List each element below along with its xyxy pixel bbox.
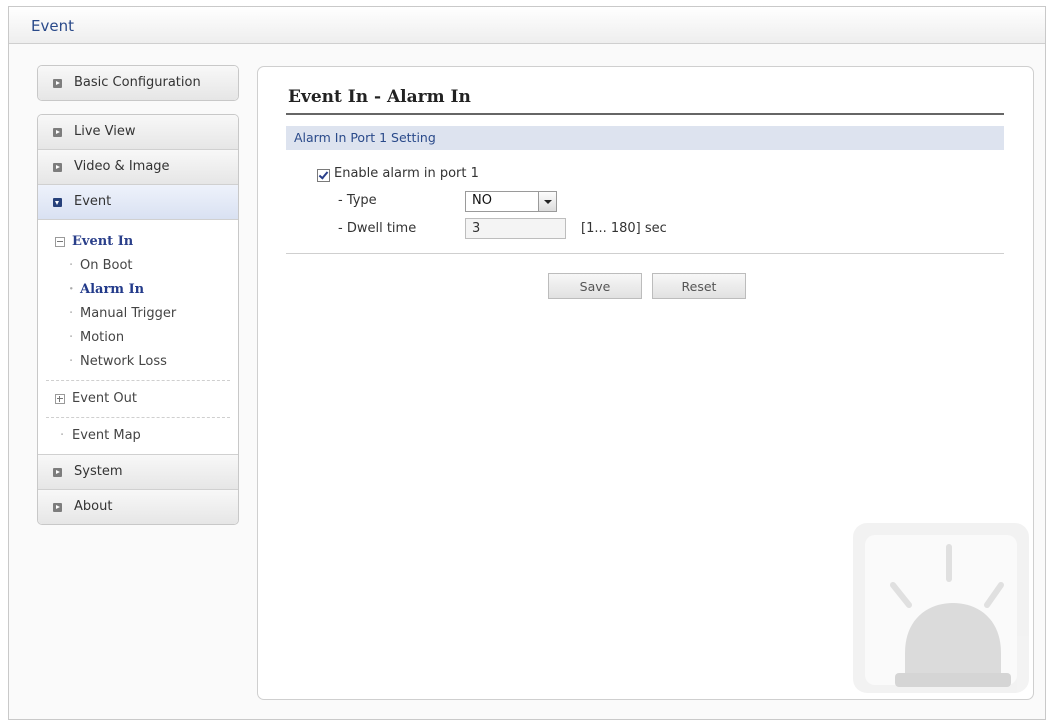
submenu-item-alarm-in[interactable]: · Alarm In — [38, 278, 238, 302]
section-header: Alarm In Port 1 Setting — [286, 126, 1004, 150]
bullet-icon: · — [60, 428, 65, 443]
submenu-item-label: Network Loss — [80, 354, 167, 369]
section-title: Alarm In Port 1 Setting — [294, 130, 436, 145]
collapse-minus-icon — [55, 237, 65, 247]
sidebar-item-label: Basic Configuration — [74, 75, 201, 90]
dwell-time-range: [1... 180] sec — [581, 221, 667, 236]
main-panel: Event In - Alarm In Alarm In Port 1 Sett… — [257, 66, 1034, 700]
sidebar-basic-group: Basic Configuration — [37, 65, 239, 101]
bullet-icon: · — [69, 354, 74, 369]
type-select-value: NO — [472, 193, 492, 208]
collapse-arrow-icon — [53, 198, 62, 207]
bullet-icon: · — [69, 306, 74, 321]
type-label: - Type — [338, 193, 377, 208]
page-header-title: Event — [31, 17, 74, 35]
sidebar-item-basic-configuration[interactable]: Basic Configuration — [38, 66, 238, 100]
expand-arrow-icon — [53, 503, 62, 512]
dwell-time-label: - Dwell time — [338, 221, 417, 236]
expand-arrow-icon — [53, 79, 62, 88]
enable-alarm-checkbox[interactable] — [317, 169, 330, 182]
submenu-event-out-label: Event Out — [72, 391, 137, 406]
browser-frame: Event Basic Configuration Live View Vide… — [8, 6, 1046, 720]
sidebar-item-label: Live View — [74, 124, 136, 139]
sidebar-item-about[interactable]: About — [38, 490, 238, 524]
bullet-icon: · — [69, 258, 74, 273]
alarm-light-watermark-icon — [853, 523, 1029, 693]
bullet-icon: · — [69, 330, 74, 345]
page-title: Event In - Alarm In — [288, 87, 471, 107]
page-header: Event — [9, 7, 1045, 44]
sidebar-nav-group: Live View Video & Image Event Event In ·… — [37, 114, 239, 525]
submenu-item-label: Manual Trigger — [80, 306, 177, 321]
divider — [46, 417, 230, 418]
divider — [46, 380, 230, 381]
sidebar-item-label: Video & Image — [74, 159, 170, 174]
sidebar-item-label: System — [74, 464, 123, 479]
submenu-item-label: Alarm In — [80, 282, 145, 297]
submenu-item-network-loss[interactable]: · Network Loss — [38, 350, 238, 374]
submenu-event-map[interactable]: · Event Map — [38, 424, 238, 448]
submenu-event-in-label: Event In — [72, 234, 134, 249]
form-divider — [286, 253, 1004, 254]
enable-alarm-label: Enable alarm in port 1 — [334, 166, 479, 181]
bullet-icon: · — [69, 282, 74, 297]
submenu-item-on-boot[interactable]: · On Boot — [38, 254, 238, 278]
submenu-item-motion[interactable]: · Motion — [38, 326, 238, 350]
sidebar-item-label: Event — [74, 194, 112, 209]
chevron-down-icon[interactable] — [538, 192, 556, 211]
submenu-event-out[interactable]: Event Out — [38, 387, 238, 411]
submenu-item-manual-trigger[interactable]: · Manual Trigger — [38, 302, 238, 326]
sidebar-item-live-view[interactable]: Live View — [38, 115, 238, 150]
expand-arrow-icon — [53, 128, 62, 137]
sidebar-item-label: About — [74, 499, 113, 514]
submenu-event-in[interactable]: Event In — [38, 230, 238, 254]
submenu-event-map-label: Event Map — [72, 428, 141, 443]
sidebar-item-video-image[interactable]: Video & Image — [38, 150, 238, 185]
submenu-item-label: Motion — [80, 330, 125, 345]
submenu-item-label: On Boot — [80, 258, 133, 273]
expand-arrow-icon — [53, 468, 62, 477]
reset-button[interactable]: Reset — [652, 273, 746, 299]
event-submenu: Event In · On Boot · Alarm In · Manual T… — [38, 220, 238, 455]
sidebar-item-event[interactable]: Event — [38, 185, 238, 220]
sidebar-item-system[interactable]: System — [38, 455, 238, 490]
expand-plus-icon — [55, 394, 65, 404]
expand-arrow-icon — [53, 163, 62, 172]
dwell-time-input[interactable] — [465, 218, 566, 239]
type-select[interactable]: NO — [465, 191, 557, 212]
title-divider — [286, 113, 1004, 115]
save-button[interactable]: Save — [548, 273, 642, 299]
